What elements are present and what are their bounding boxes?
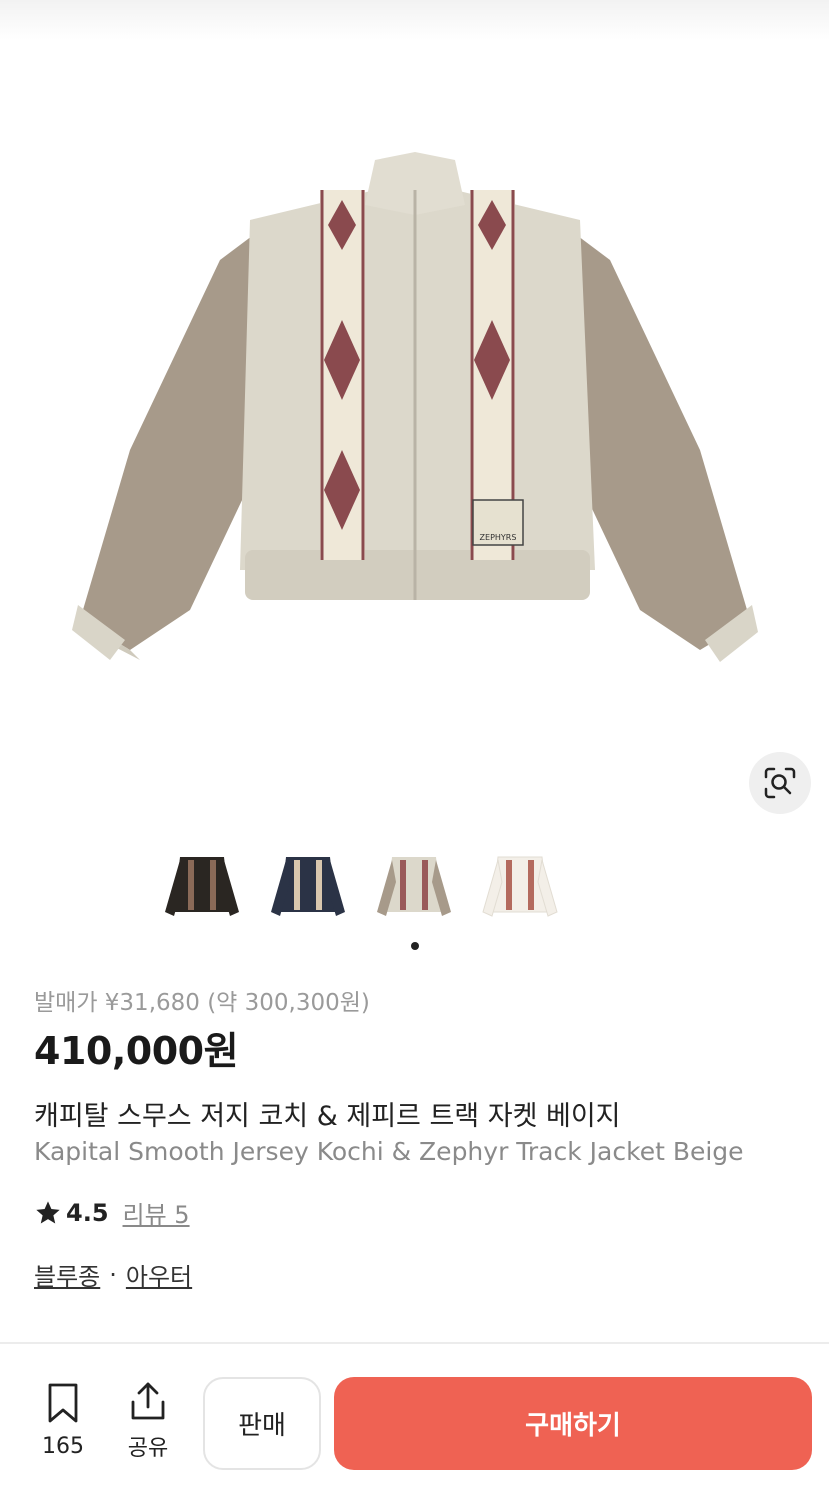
product-image: ZEPHYRS <box>72 152 758 662</box>
lens-search-icon <box>764 767 796 799</box>
thumbnail-navy[interactable] <box>266 845 350 929</box>
product-name-korean: 캐피탈 스무스 저지 코치 & 제피르 트랙 자켓 베이지 <box>34 1101 621 1132</box>
product-image-area[interactable]: ZEPHYRS <box>0 0 829 830</box>
category-link-outer[interactable]: 아우터 <box>126 1257 192 1292</box>
bookmark-button[interactable]: 165 <box>28 1382 98 1459</box>
review-link[interactable]: 리뷰 5 <box>123 1195 190 1230</box>
bookmark-icon <box>48 1383 78 1423</box>
star-icon <box>36 1200 60 1223</box>
color-thumbnails <box>160 845 580 929</box>
category-separator: · <box>109 1260 117 1289</box>
share-icon <box>131 1382 165 1420</box>
divider <box>0 1342 829 1344</box>
rating-score: 4.5 <box>66 1198 109 1227</box>
share-button[interactable]: 공유 <box>115 1380 181 1462</box>
patch-label: ZEPHYRS <box>480 533 517 542</box>
thumbnail-white[interactable] <box>478 845 562 929</box>
lens-search-button[interactable] <box>749 752 811 814</box>
share-label: 공유 <box>127 1436 169 1461</box>
thumbnail-beige[interactable] <box>372 845 456 929</box>
product-name-english: Kapital Smooth Jersey Kochi & Zephyr Tra… <box>34 1137 744 1166</box>
release-price: 발매가 ¥31,680 (약 300,300원) <box>34 990 370 1016</box>
buy-button[interactable]: 구매하기 <box>334 1377 812 1470</box>
current-price: 410,000원 <box>34 1029 239 1073</box>
category-link-blouson[interactable]: 블루종 <box>34 1257 100 1292</box>
rating-row: 4.5 리뷰 5 <box>34 1195 190 1230</box>
bookmark-count: 165 <box>42 1434 84 1459</box>
bottom-action-bar: 165 공유 판매 구매하기 <box>0 1362 829 1500</box>
category-breadcrumb: 블루종 · 아우터 <box>34 1257 192 1292</box>
carousel-indicator <box>411 942 419 950</box>
sell-button[interactable]: 판매 <box>203 1377 321 1470</box>
thumbnail-black[interactable] <box>160 845 244 929</box>
